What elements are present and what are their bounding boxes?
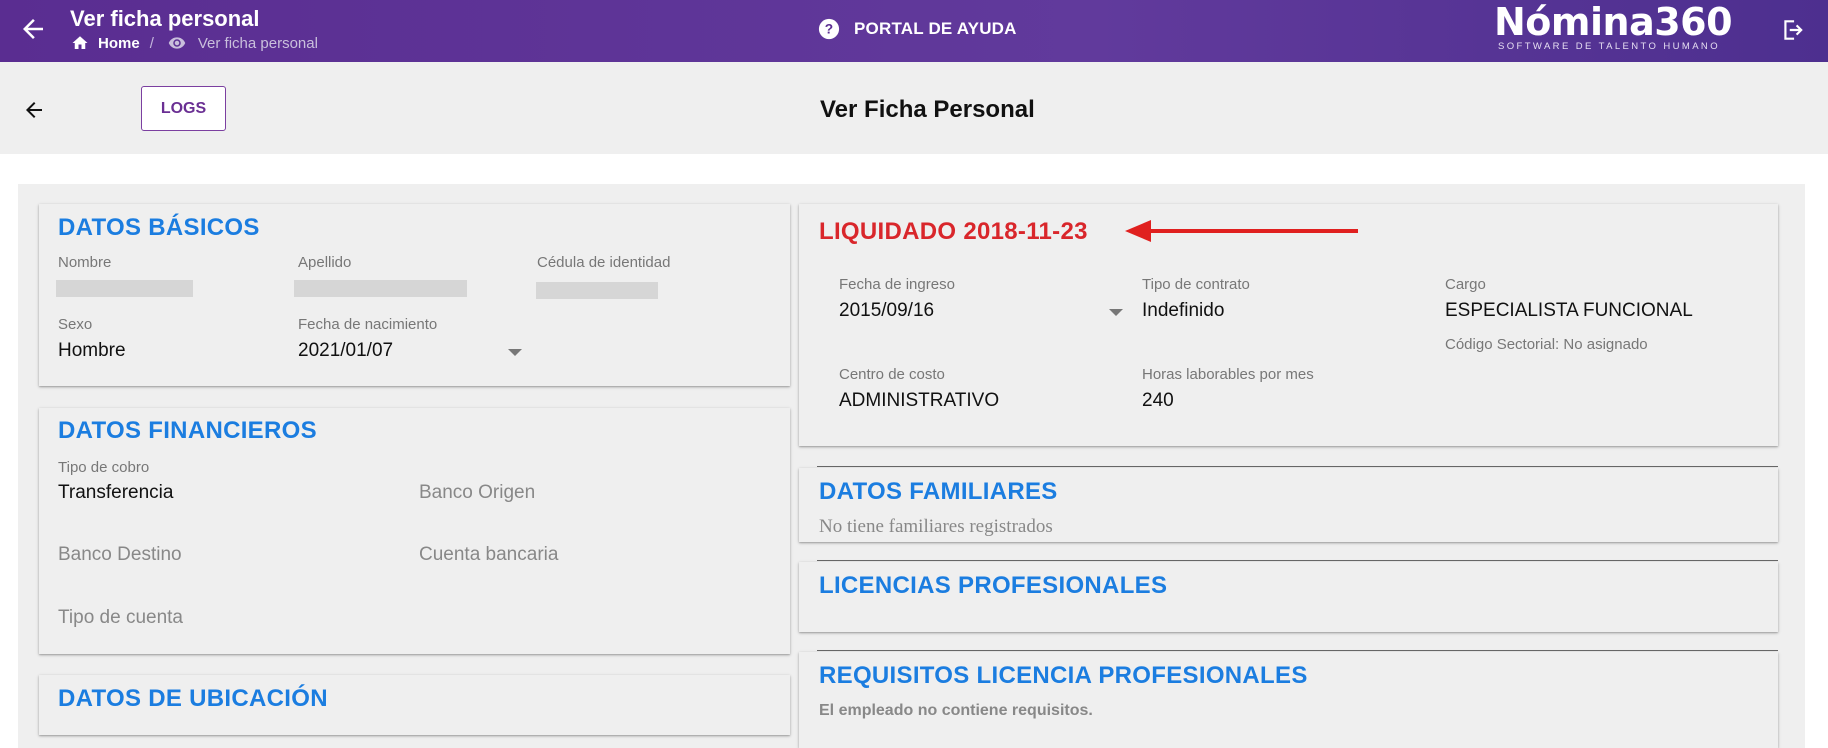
cuenta-bancaria-field: Cuenta bancaria [419, 544, 559, 565]
breadcrumb: Home / Ver ficha personal [70, 34, 318, 52]
fecha-nacimiento-label: Fecha de nacimiento [298, 316, 438, 333]
familiares-empty-text: No tiene familiares registrados [819, 516, 1053, 537]
logo-brand: Nómina360 [1494, 0, 1733, 44]
tipo-contrato-label: Tipo de contrato [1142, 276, 1250, 293]
sexo-value: Hombre [58, 340, 126, 361]
fecha-ingreso-label: Fecha de ingreso [839, 276, 955, 293]
horas-laborables-value: 240 [1142, 390, 1174, 411]
breadcrumb-separator: / [149, 34, 154, 52]
section-title: DATOS FAMILIARES [819, 478, 1058, 505]
content-area: DATOS BÁSICOS Nombre Apellido Cédula de … [18, 184, 1805, 748]
back-arrow-icon[interactable] [18, 14, 48, 44]
horas-laborables-label: Horas laborables por mes [1142, 366, 1314, 383]
fecha-nacimiento-value[interactable]: 2021/01/07 [298, 340, 393, 362]
logs-button[interactable]: LOGS [141, 86, 226, 131]
employment-status-card: LIQUIDADO 2018-11-23 Fecha de ingreso 20… [799, 204, 1778, 446]
tipo-contrato-value: Indefinido [1142, 300, 1225, 321]
nombre-label: Nombre [58, 254, 112, 271]
chevron-down-icon[interactable] [508, 349, 522, 356]
back-arrow-icon[interactable] [22, 98, 46, 122]
cedula-value-redacted [536, 282, 658, 299]
liquidado-status-title: LIQUIDADO 2018-11-23 [819, 218, 1088, 245]
licencias-profesionales-card: LICENCIAS PROFESIONALES [799, 560, 1778, 632]
top-app-bar: Ver ficha personal Home / Ver ficha pers… [0, 0, 1828, 62]
datos-familiares-card: DATOS FAMILIARES No tiene familiares reg… [799, 466, 1778, 542]
datos-financieros-card: DATOS FINANCIEROS Tipo de cobro Transfer… [39, 408, 790, 654]
requisitos-licencia-card: REQUISITOS LICENCIA PROFESIONALES El emp… [799, 650, 1778, 748]
page-toolbar: LOGS Ver Ficha Personal [0, 62, 1828, 154]
company-logo: Nómina360 SOFTWARE DE TALENTO HUMANO [1494, 0, 1733, 58]
nombre-value-redacted [56, 280, 193, 297]
tipo-cobro-label: Tipo de cobro [58, 459, 150, 476]
logout-icon[interactable] [1780, 17, 1806, 43]
breadcrumb-current: Ver ficha personal [197, 34, 318, 52]
tipo-cuenta-field: Tipo de cuenta [58, 607, 183, 628]
banco-destino-field: Banco Destino [58, 544, 182, 565]
tipo-cobro-value: Transferencia [58, 482, 174, 503]
arrow-annotation-icon [1125, 220, 1358, 242]
divider [817, 560, 1778, 561]
cargo-label: Cargo [1445, 276, 1486, 293]
apellido-label: Apellido [298, 254, 352, 271]
requisitos-empty-text: El empleado no contiene requisitos. [819, 702, 1093, 719]
divider [817, 650, 1778, 651]
logo-tagline: SOFTWARE DE TALENTO HUMANO [1498, 41, 1720, 52]
centro-costo-value: ADMINISTRATIVO [839, 390, 1000, 411]
help-circle-icon: ? [818, 18, 840, 40]
chevron-down-icon[interactable] [1109, 309, 1123, 316]
help-portal-link[interactable]: ? PORTAL DE AYUDA [818, 18, 1017, 40]
datos-basicos-card: DATOS BÁSICOS Nombre Apellido Cédula de … [39, 204, 790, 386]
app-bar-title: Ver ficha personal [70, 6, 260, 31]
cedula-label: Cédula de identidad [537, 254, 671, 271]
breadcrumb-home-link[interactable]: Home [98, 35, 140, 52]
help-portal-label: PORTAL DE AYUDA [854, 19, 1017, 38]
eye-icon [168, 37, 186, 49]
section-title: REQUISITOS LICENCIA PROFESIONALES [819, 662, 1308, 689]
centro-costo-label: Centro de costo [839, 366, 945, 383]
fecha-ingreso-value[interactable]: 2015/09/16 [839, 300, 934, 322]
page-title: Ver Ficha Personal [820, 96, 1035, 123]
section-title: DATOS BÁSICOS [58, 214, 260, 241]
apellido-value-redacted [294, 280, 467, 297]
datos-ubicacion-card: DATOS DE UBICACIÓN [39, 675, 790, 735]
section-title: DATOS DE UBICACIÓN [58, 685, 328, 712]
codigo-sectorial-text: Código Sectorial: No asignado [1445, 336, 1648, 353]
divider [817, 466, 1778, 467]
banco-origen-field: Banco Origen [419, 482, 536, 503]
svg-text:?: ? [825, 22, 833, 37]
sexo-label: Sexo [58, 316, 93, 333]
section-title: LICENCIAS PROFESIONALES [819, 572, 1168, 599]
cargo-value: ESPECIALISTA FUNCIONAL [1445, 300, 1693, 321]
section-title: DATOS FINANCIEROS [58, 417, 317, 444]
home-icon [72, 36, 88, 49]
